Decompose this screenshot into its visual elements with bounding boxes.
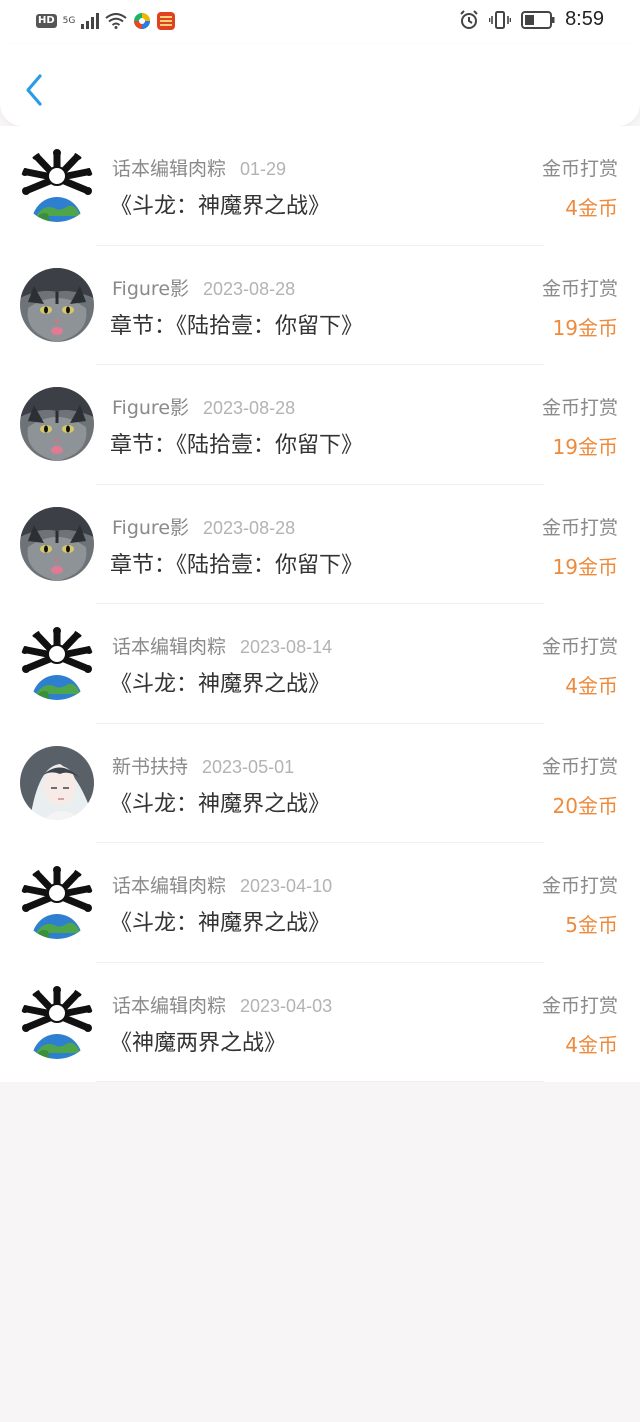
record-date: 2023-08-28	[203, 398, 296, 418]
work-title: 《斗龙：神魔界之战》	[110, 194, 331, 219]
work-title: 《神魔两界之战》	[110, 1030, 287, 1056]
reward-type: 金币打赏	[541, 875, 618, 897]
reward-amount: 4金币	[565, 196, 618, 220]
nav-header	[0, 44, 640, 126]
sender-name: Figure影	[112, 277, 190, 300]
record-row[interactable]: 新书扶持 2023-05-01 《斗龙：神魔界之战》 金币打赏 20金币	[0, 724, 640, 843]
avatar	[20, 267, 94, 342]
sender-info: 话本编辑肉粽 01-29	[112, 154, 286, 181]
status-right: 8:59	[459, 8, 604, 31]
record-date: 01-29	[240, 159, 287, 179]
reward-type: 金币打赏	[541, 755, 618, 778]
sender-name: 话本编辑肉粽	[112, 636, 227, 658]
avatar	[20, 626, 94, 700]
sender-name: 话本编辑肉粽	[112, 994, 227, 1017]
reward-type: 金币打赏	[541, 397, 618, 419]
sender-info: Figure影 2023-08-28	[112, 513, 295, 540]
battery-icon	[521, 10, 555, 29]
hd-badge: HD	[36, 14, 57, 28]
work-title: 《斗龙：神魔界之战》	[110, 672, 331, 697]
record-row[interactable]: 话本编辑肉粽 2023-04-10 《斗龙：神魔界之战》 金币打赏 5金币	[0, 843, 640, 963]
reward-amount: 20金币	[552, 793, 618, 818]
avatar	[20, 387, 94, 461]
vibrate-icon	[489, 10, 512, 29]
reward-amount: 19金币	[552, 435, 618, 459]
work-title: 《斗龙：神魔界之战》	[110, 791, 331, 817]
sender-info: 话本编辑肉粽 2023-04-03	[112, 991, 332, 1018]
reward-amount: 19金币	[552, 315, 618, 340]
record-row[interactable]: 话本编辑肉粽 2023-04-03 《神魔两界之战》 金币打赏 4金币	[0, 963, 640, 1082]
reward-type: 金币打赏	[541, 636, 618, 658]
reward-amount: 5金币	[565, 913, 618, 937]
work-title: 《斗龙：神魔界之战》	[110, 911, 331, 936]
reward-type: 金币打赏	[541, 277, 618, 300]
reward-record-list: 话本编辑肉粽 01-29 《斗龙：神魔界之战》 金币打赏 4金币 Figure影 2023…	[0, 126, 640, 1082]
reward-amount: 4金币	[565, 674, 618, 698]
record-date: 2023-05-01	[202, 756, 295, 777]
sender-name: 话本编辑肉粽	[112, 875, 227, 897]
reward-type: 金币打赏	[541, 994, 618, 1017]
back-chevron-icon[interactable]	[20, 70, 50, 110]
reward-type: 金币打赏	[541, 516, 618, 539]
wifi-icon	[105, 13, 127, 29]
sender-info: 话本编辑肉粽 2023-04-10	[112, 871, 332, 898]
sender-name: 话本编辑肉粽	[112, 158, 227, 180]
alarm-icon	[460, 9, 478, 29]
avatar	[20, 148, 94, 222]
sender-name: 新书扶持	[112, 755, 189, 778]
record-date: 2023-04-03	[240, 995, 333, 1016]
row-divider	[96, 1081, 544, 1082]
record-row[interactable]: 话本编辑肉粽 2023-08-14 《斗龙：神魔界之战》 金币打赏 4金币	[0, 604, 640, 724]
record-row[interactable]: Figure影 2023-08-28 章节：《陆拾壹：你留下》 金币打赏 19金币	[0, 485, 640, 604]
sender-info: Figure影 2023-08-28	[112, 393, 295, 420]
record-row[interactable]: 话本编辑肉粽 01-29 《斗龙：神魔界之战》 金币打赏 4金币	[0, 126, 640, 246]
reward-amount: 4金币	[565, 1032, 618, 1057]
avatar	[20, 984, 94, 1059]
network-label: 5G	[62, 15, 76, 26]
reward-type: 金币打赏	[541, 158, 618, 180]
sender-info: 新书扶持 2023-05-01	[112, 752, 294, 779]
status-left: HD 5G	[36, 12, 176, 30]
sender-name: Figure影	[112, 516, 190, 539]
status-time: 8:59	[565, 8, 604, 30]
signal-icon	[81, 13, 100, 29]
sender-name: Figure影	[112, 397, 190, 419]
avatar	[20, 865, 94, 939]
avatar	[20, 745, 94, 820]
record-date: 2023-04-10	[240, 876, 333, 896]
record-date: 2023-08-28	[203, 278, 296, 299]
record-date: 2023-08-14	[240, 637, 333, 657]
work-title: 章节：《陆拾壹：你留下》	[110, 313, 364, 339]
status-bar: HD 5G 8:59	[0, 0, 640, 44]
sender-info: 话本编辑肉粽 2023-08-14	[112, 632, 332, 659]
reward-amount: 19金币	[552, 554, 618, 579]
app-icon	[134, 13, 151, 29]
avatar	[20, 506, 94, 581]
work-title: 章节：《陆拾壹：你留下》	[110, 552, 364, 578]
record-row[interactable]: Figure影 2023-08-28 章节：《陆拾壹：你留下》 金币打赏 19金币	[0, 246, 640, 365]
app-icon	[157, 12, 176, 30]
sender-info: Figure影 2023-08-28	[112, 274, 295, 301]
record-row[interactable]: Figure影 2023-08-28 章节：《陆拾壹：你留下》 金币打赏 19金币	[0, 365, 640, 485]
work-title: 章节：《陆拾壹：你留下》	[110, 433, 364, 458]
record-date: 2023-08-28	[203, 517, 296, 538]
